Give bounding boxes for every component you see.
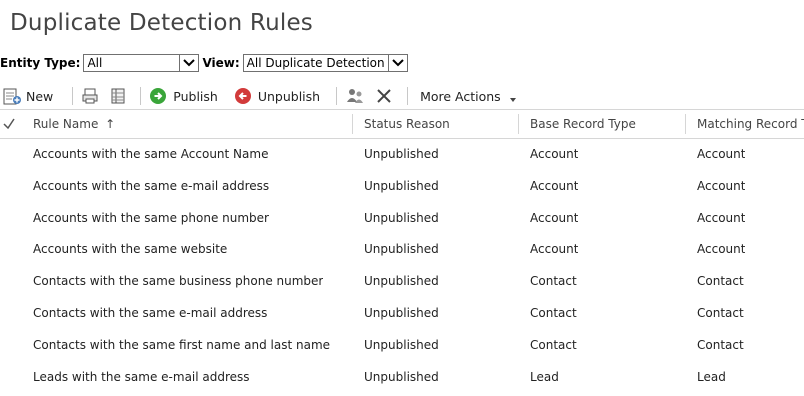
- matching-record-cell: Account: [697, 242, 746, 257]
- table-row[interactable]: Contacts with the same business phone nu…: [0, 266, 804, 298]
- chevron-down-icon[interactable]: [387, 55, 407, 71]
- column-header-label: Rule Name: [33, 117, 99, 131]
- publish-label: Publish: [173, 88, 218, 104]
- table-row[interactable]: Contacts with the same first name and la…: [0, 330, 804, 362]
- new-button[interactable]: New: [2, 86, 53, 106]
- checkmark-icon[interactable]: [2, 110, 16, 138]
- matching-record-cell: Account: [697, 147, 746, 161]
- export-icon[interactable]: [109, 87, 127, 105]
- base-record-cell: Account: [530, 210, 579, 225]
- base-record-cell: Lead: [530, 369, 559, 384]
- rule-name-cell[interactable]: Accounts with the same Account Name: [33, 139, 268, 171]
- entity-type-label: Entity Type:: [0, 56, 81, 70]
- view-select[interactable]: All Duplicate Detection Ru: [242, 54, 408, 72]
- column-header-status-reason[interactable]: Status Reason: [364, 110, 450, 138]
- column-header-rule-name[interactable]: Rule Name ↑: [33, 110, 115, 138]
- publish-icon: [149, 87, 167, 105]
- entity-type-value: All: [87, 56, 103, 70]
- grid-header: Rule Name ↑ Status Reason Base Record Ty…: [0, 109, 804, 139]
- print-icon[interactable]: [81, 87, 99, 105]
- table-row[interactable]: Contacts with the same e-mail address Un…: [0, 298, 804, 330]
- base-record-cell: Account: [530, 178, 579, 193]
- column-header-matching-record-type[interactable]: Matching Record Ty: [697, 110, 804, 138]
- matching-record-cell: Account: [697, 178, 746, 193]
- status-cell: Unpublished: [364, 337, 439, 352]
- rule-name-cell[interactable]: Accounts with the same website: [33, 234, 227, 266]
- rule-name-cell[interactable]: Leads with the same e-mail address: [33, 362, 250, 394]
- base-record-cell: Contact: [530, 337, 577, 352]
- status-cell: Unpublished: [364, 305, 439, 320]
- base-record-cell: Account: [530, 242, 579, 257]
- status-cell: Unpublished: [364, 210, 439, 225]
- base-record-cell: Contact: [530, 305, 577, 320]
- table-row[interactable]: Accounts with the same e-mail address Un…: [0, 171, 804, 203]
- column-divider[interactable]: [685, 114, 686, 134]
- matching-record-cell: Lead: [697, 369, 726, 384]
- column-divider[interactable]: [518, 114, 519, 134]
- base-record-cell: Contact: [530, 274, 577, 289]
- toolbar-separator: [72, 87, 74, 105]
- rule-name-cell[interactable]: Contacts with the same first name and la…: [33, 330, 330, 362]
- more-actions-label: More Actions: [420, 88, 501, 104]
- more-actions-button[interactable]: More Actions: [420, 89, 517, 104]
- unpublish-button[interactable]: Unpublish: [234, 87, 320, 105]
- sort-arrow-icon: ↑: [105, 117, 116, 131]
- view-value: All Duplicate Detection Ru: [246, 56, 388, 70]
- matching-record-cell: Contact: [697, 305, 744, 320]
- toolbar-separator: [336, 87, 338, 105]
- view-label: View:: [202, 56, 240, 70]
- rule-name-cell[interactable]: Contacts with the same e-mail address: [33, 298, 267, 330]
- rule-name-cell[interactable]: Accounts with the same phone number: [33, 203, 269, 235]
- page-title: Duplicate Detection Rules: [10, 10, 313, 36]
- unpublish-label: Unpublish: [257, 88, 321, 104]
- new-record-icon: [2, 86, 22, 106]
- column-divider[interactable]: [352, 114, 353, 134]
- delete-icon[interactable]: [375, 87, 393, 105]
- table-row[interactable]: Accounts with the same phone number Unpu…: [0, 203, 804, 235]
- status-cell: Unpublished: [364, 242, 439, 257]
- matching-record-cell: Contact: [697, 337, 744, 352]
- chevron-down-icon[interactable]: [179, 55, 199, 71]
- status-cell: Unpublished: [364, 178, 439, 193]
- status-cell: Unpublished: [364, 369, 439, 384]
- dropdown-arrow-icon: [509, 92, 517, 102]
- entity-type-select[interactable]: All: [83, 54, 200, 72]
- table-row[interactable]: Accounts with the same Account Name Unpu…: [0, 139, 804, 171]
- base-record-cell: Account: [530, 147, 579, 161]
- rule-name-cell[interactable]: Contacts with the same business phone nu…: [33, 266, 323, 298]
- assign-icon[interactable]: [345, 87, 365, 105]
- rule-name-cell[interactable]: Accounts with the same e-mail address: [33, 171, 269, 203]
- matching-record-cell: Contact: [697, 274, 744, 289]
- command-bar: New Publish Unpublish More Actions: [0, 85, 804, 107]
- table-row[interactable]: Leads with the same e-mail address Unpub…: [0, 362, 804, 394]
- status-cell: Unpublished: [364, 147, 439, 161]
- grid-body: Accounts with the same Account Name Unpu…: [0, 139, 804, 393]
- toolbar-separator: [407, 87, 409, 105]
- unpublish-icon: [234, 87, 252, 105]
- filter-bar: Entity Type: All View: All Duplicate Det…: [0, 53, 411, 73]
- toolbar-separator: [140, 87, 142, 105]
- matching-record-cell: Account: [697, 210, 746, 225]
- records-grid: Rule Name ↑ Status Reason Base Record Ty…: [0, 109, 804, 393]
- status-cell: Unpublished: [364, 274, 439, 289]
- column-header-base-record-type[interactable]: Base Record Type: [530, 110, 636, 138]
- table-row[interactable]: Accounts with the same website Unpublish…: [0, 234, 804, 266]
- publish-button[interactable]: Publish: [149, 87, 218, 105]
- new-label: New: [26, 88, 54, 104]
